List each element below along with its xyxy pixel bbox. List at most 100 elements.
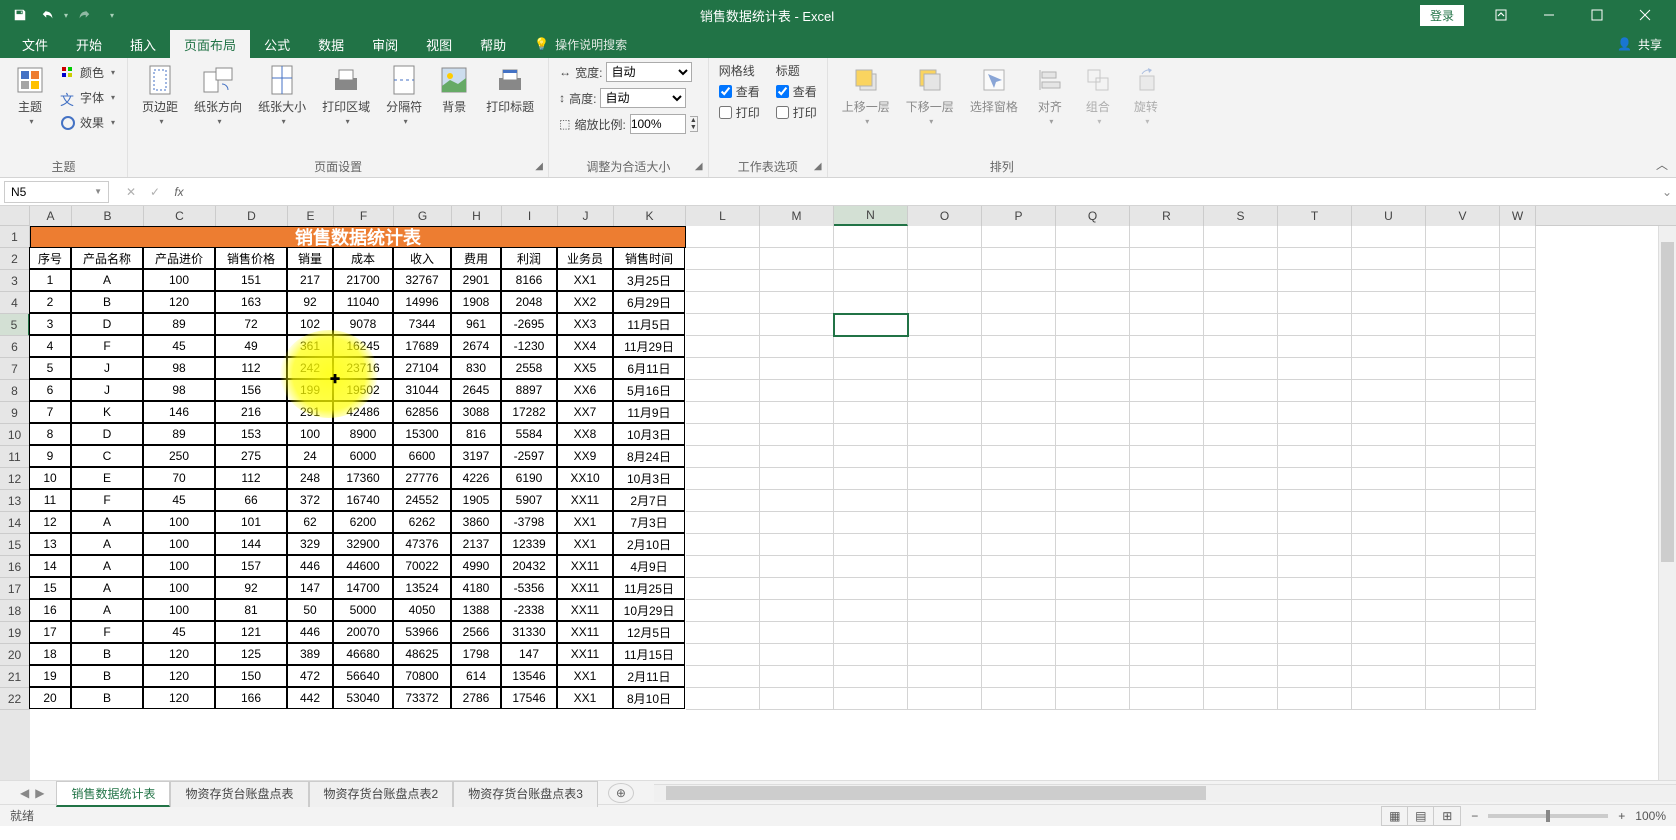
cell-V4[interactable] [1426,292,1500,314]
cell-J4[interactable]: XX2 [557,291,613,313]
cell-N20[interactable] [834,644,908,666]
cell-L17[interactable] [686,578,760,600]
cell-D19[interactable]: 121 [215,621,287,643]
cell-T7[interactable] [1278,358,1352,380]
cell-M4[interactable] [760,292,834,314]
collapse-ribbon-button[interactable]: ︿ [1656,156,1668,173]
cell-V14[interactable] [1426,512,1500,534]
cell-V20[interactable] [1426,644,1500,666]
cell-M11[interactable] [760,446,834,468]
cell-T8[interactable] [1278,380,1352,402]
breaks-button[interactable]: 分隔符 [382,62,426,128]
cell-N10[interactable] [834,424,908,446]
width-select[interactable]: 自动 [606,62,692,82]
cell-I10[interactable]: 5584 [501,423,557,445]
row-header-6[interactable]: 6 [0,336,30,358]
cell-U9[interactable] [1352,402,1426,424]
cell-I21[interactable]: 13546 [501,665,557,687]
cell-W15[interactable] [1500,534,1536,556]
cell-R3[interactable] [1130,270,1204,292]
cell-N12[interactable] [834,468,908,490]
cell-L6[interactable] [686,336,760,358]
cell-N11[interactable] [834,446,908,468]
cell-R4[interactable] [1130,292,1204,314]
cell-G5[interactable]: 7344 [393,313,451,335]
cell-N14[interactable] [834,512,908,534]
cell-L16[interactable] [686,556,760,578]
colors-button[interactable]: 颜色 [58,62,117,83]
cell-B13[interactable]: F [71,489,143,511]
cell-K7[interactable]: 6月11日 [613,357,685,379]
cell-H4[interactable]: 1908 [451,291,501,313]
cell-K22[interactable]: 8月10日 [613,687,685,709]
cell-L9[interactable] [686,402,760,424]
size-button[interactable]: 纸张大小 [254,62,310,128]
undo-button[interactable] [36,3,60,27]
cell-J14[interactable]: XX1 [557,511,613,533]
cell-T3[interactable] [1278,270,1352,292]
cell-O5[interactable] [908,314,982,336]
zoom-slider[interactable] [1488,814,1608,818]
cell-G13[interactable]: 24552 [393,489,451,511]
cell-L2[interactable] [686,248,760,270]
col-header-J[interactable]: J [558,206,614,226]
cell-N8[interactable] [834,380,908,402]
cell-U3[interactable] [1352,270,1426,292]
cell-B18[interactable]: A [71,599,143,621]
cell-E22[interactable]: 442 [287,687,333,709]
cell-R22[interactable] [1130,688,1204,710]
cell-R18[interactable] [1130,600,1204,622]
cell-V22[interactable] [1426,688,1500,710]
cell-F16[interactable]: 44600 [333,555,393,577]
cell-R11[interactable] [1130,446,1204,468]
cell-R13[interactable] [1130,490,1204,512]
cell-Q19[interactable] [1056,622,1130,644]
cell-V15[interactable] [1426,534,1500,556]
cell-G12[interactable]: 27776 [393,467,451,489]
cell-T17[interactable] [1278,578,1352,600]
page-setup-launcher[interactable]: ◢ [532,161,546,175]
fonts-button[interactable]: 文字体 [58,87,117,108]
tab-页面布局[interactable]: 页面布局 [170,30,250,58]
themes-button[interactable]: 主题 [10,62,50,128]
tab-帮助[interactable]: 帮助 [466,30,520,58]
cell-H17[interactable]: 4180 [451,577,501,599]
cell-J10[interactable]: XX8 [557,423,613,445]
cell-T18[interactable] [1278,600,1352,622]
tell-me-search[interactable]: 💡操作说明搜索 [524,32,637,57]
cell-O10[interactable] [908,424,982,446]
cell-D2[interactable]: 销售价格 [215,247,287,269]
tab-公式[interactable]: 公式 [250,30,304,58]
cell-L13[interactable] [686,490,760,512]
cell-T2[interactable] [1278,248,1352,270]
cell-P1[interactable] [982,226,1056,248]
row-header-16[interactable]: 16 [0,556,30,578]
cell-N7[interactable] [834,358,908,380]
cell-V8[interactable] [1426,380,1500,402]
cell-M12[interactable] [760,468,834,490]
cell-H3[interactable]: 2901 [451,269,501,291]
cell-J9[interactable]: XX7 [557,401,613,423]
cell-M16[interactable] [760,556,834,578]
cell-Q11[interactable] [1056,446,1130,468]
col-header-E[interactable]: E [288,206,334,226]
cell-P18[interactable] [982,600,1056,622]
cell-N6[interactable] [834,336,908,358]
cell-D14[interactable]: 101 [215,511,287,533]
cell-F19[interactable]: 20070 [333,621,393,643]
cell-W16[interactable] [1500,556,1536,578]
cell-W2[interactable] [1500,248,1536,270]
cell-H20[interactable]: 1798 [451,643,501,665]
cell-S9[interactable] [1204,402,1278,424]
cell-J21[interactable]: XX1 [557,665,613,687]
cell-W11[interactable] [1500,446,1536,468]
cell-K21[interactable]: 2月11日 [613,665,685,687]
cell-U13[interactable] [1352,490,1426,512]
cell-H13[interactable]: 1905 [451,489,501,511]
cell-D5[interactable]: 72 [215,313,287,335]
col-header-K[interactable]: K [614,206,686,226]
col-header-B[interactable]: B [72,206,144,226]
cell-N15[interactable] [834,534,908,556]
cell-R5[interactable] [1130,314,1204,336]
cell-J6[interactable]: XX4 [557,335,613,357]
